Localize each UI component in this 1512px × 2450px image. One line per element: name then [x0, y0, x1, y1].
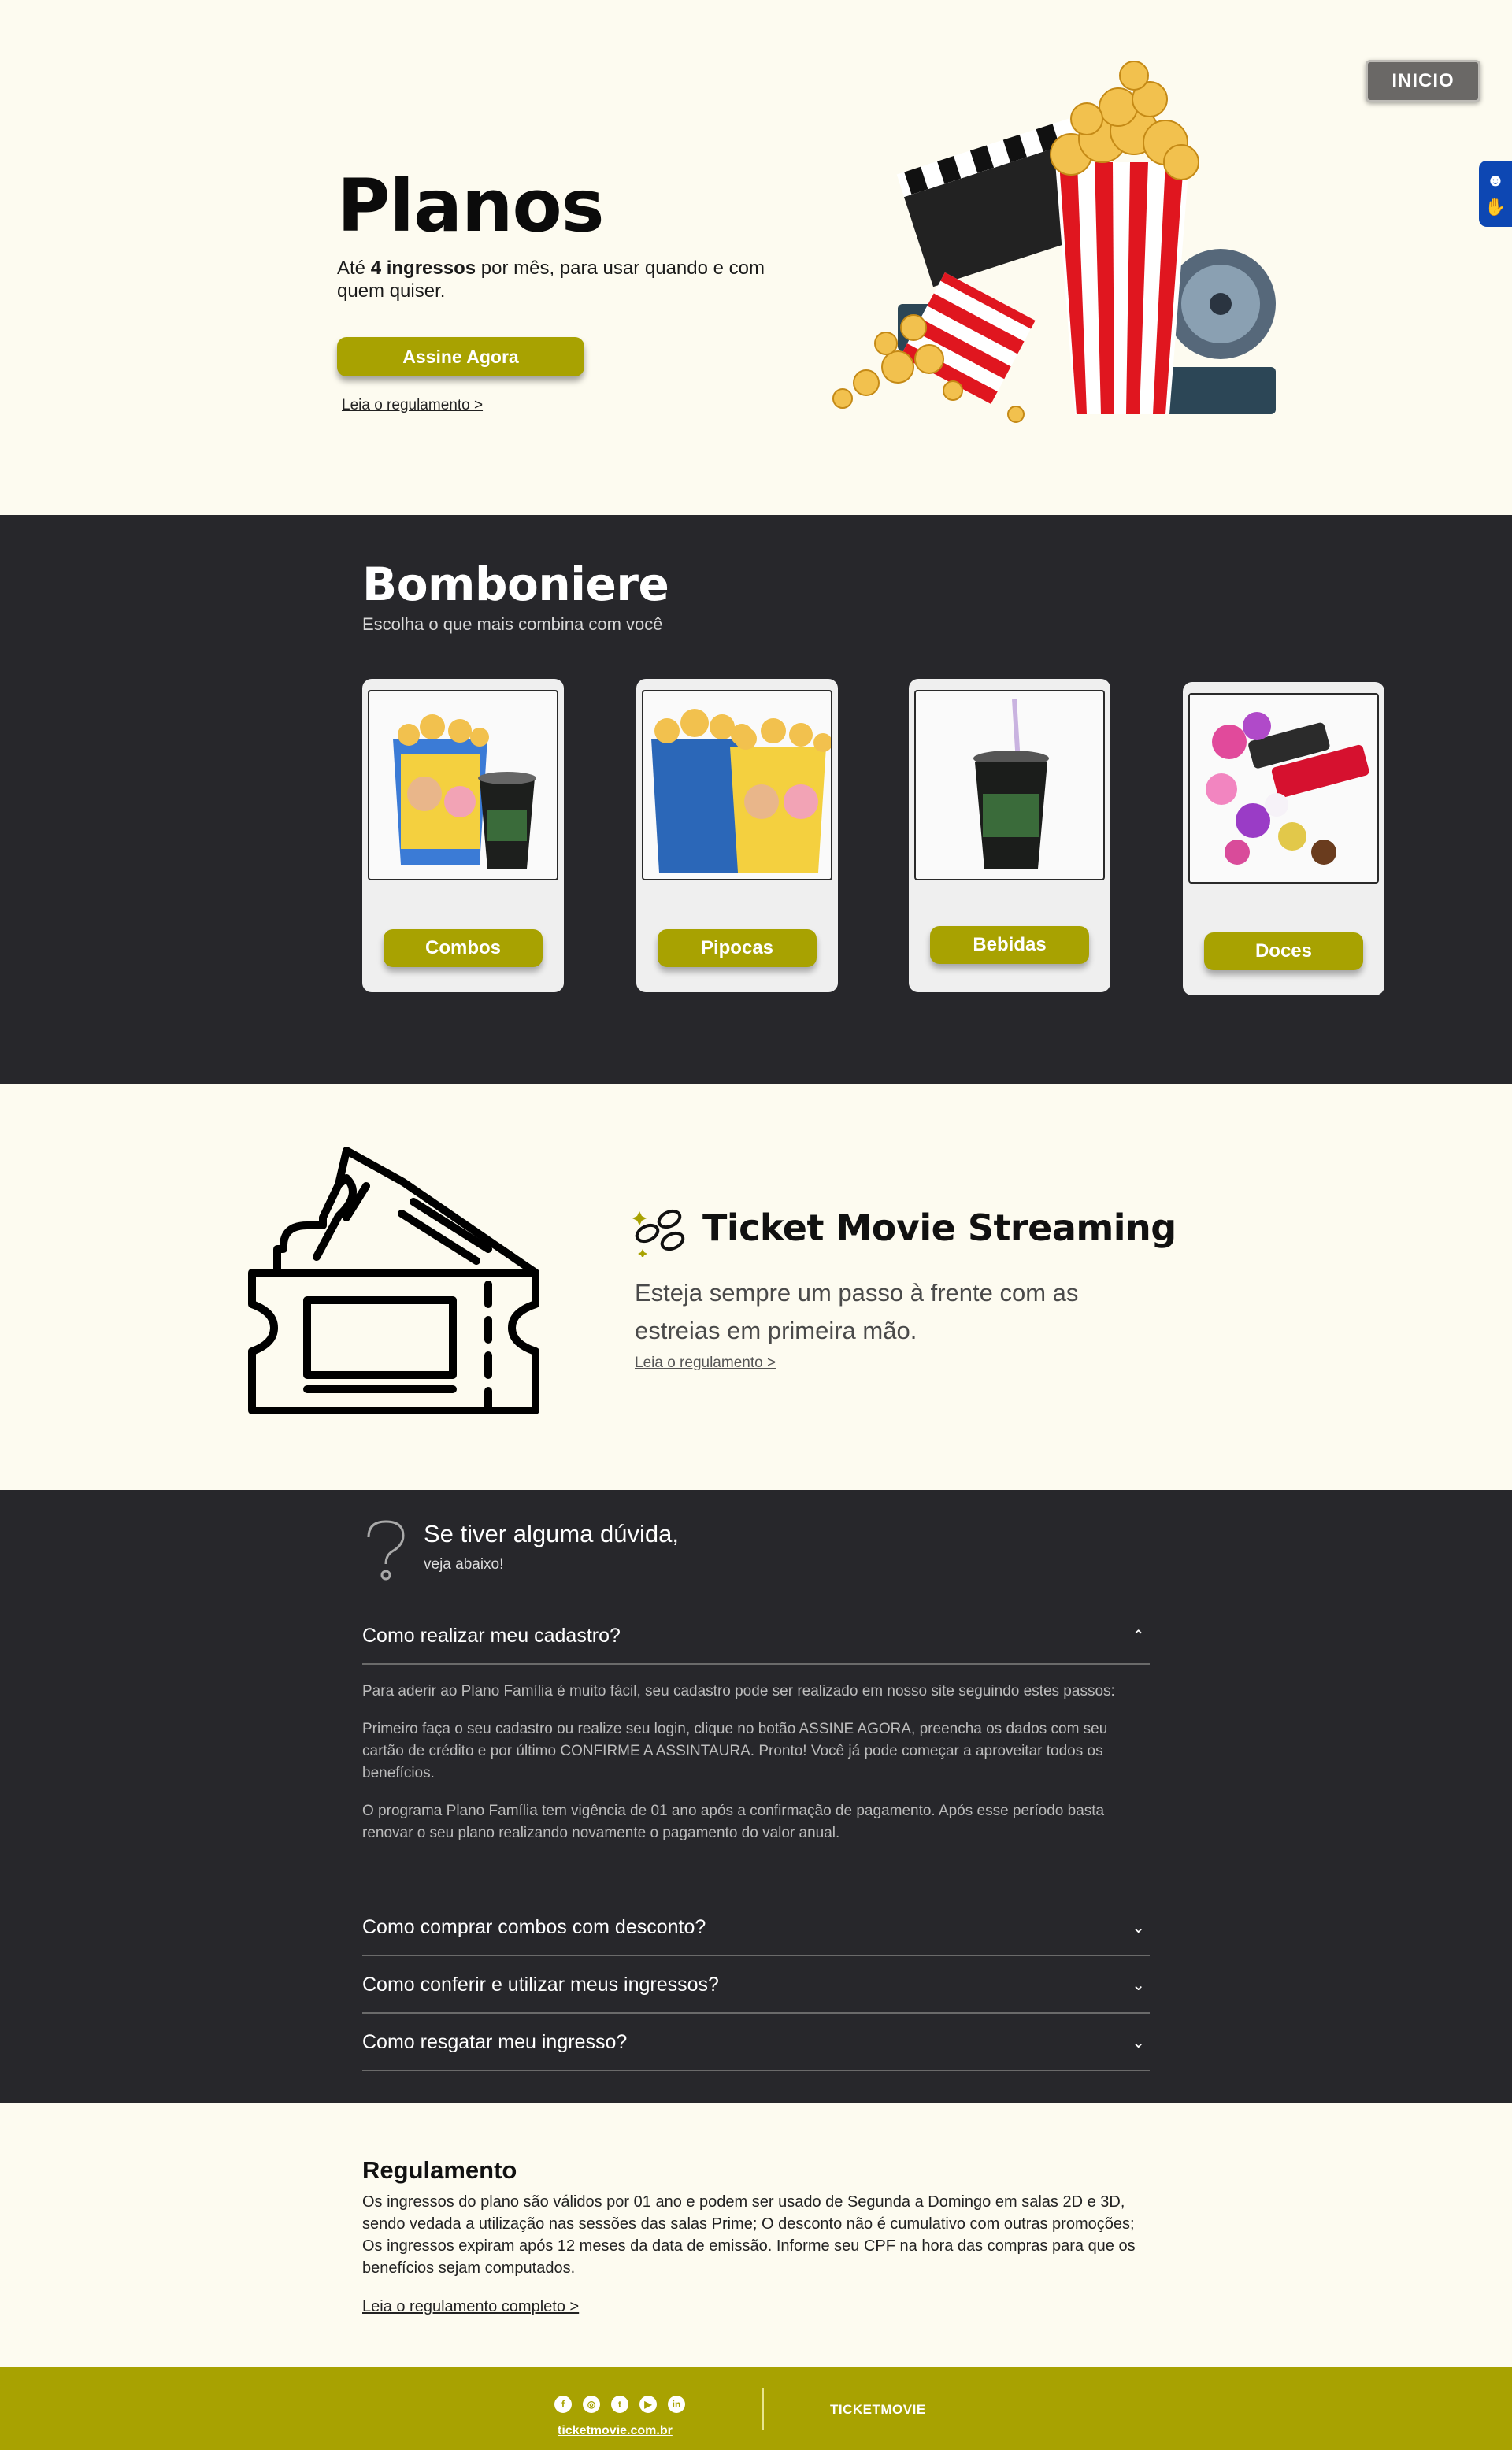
sign-language-icon[interactable]: ☻: [1486, 172, 1504, 189]
combos-image: [368, 690, 558, 880]
question-mark-icon: [367, 1520, 405, 1581]
assine-agora-button[interactable]: Assine Agora: [337, 337, 584, 376]
chevron-down-icon: ⌄: [1132, 1918, 1145, 1937]
product-card-pipocas[interactable]: Pipocas: [636, 679, 838, 992]
faq-answer-paragraph: Primeiro faça o seu cadastro ou realize …: [362, 1721, 1108, 1781]
linkedin-icon[interactable]: in: [668, 2396, 685, 2413]
popcorn-clapperboard-image: [832, 61, 1276, 423]
regulamento-section: Regulamento Os ingressos do plano são vá…: [0, 2103, 1512, 2367]
faq-question: Como conferir e utilizar meus ingressos?: [362, 1973, 719, 1996]
twitter-icon[interactable]: t: [611, 2396, 628, 2413]
pipocas-button[interactable]: Pipocas: [658, 929, 817, 967]
streaming-regulamento-link[interactable]: Leia o regulamento >: [635, 1355, 776, 1372]
accessibility-tab[interactable]: ☻ ✋: [1479, 161, 1512, 227]
faq-question: Como realizar meu cadastro?: [362, 1624, 621, 1647]
faq-answer-paragraph: O programa Plano Família tem vigência de…: [362, 1803, 1105, 1841]
regulamento-link[interactable]: Leia o regulamento >: [342, 397, 483, 414]
hero-section: INICIO ☻ ✋ Planos Até 4 ingressos por mê…: [0, 0, 1512, 515]
ticket-icon: [248, 1147, 539, 1414]
doces-button[interactable]: Doces: [1204, 932, 1363, 970]
faq-item-cadastro[interactable]: Como realizar meu cadastro? ⌃: [362, 1608, 1150, 1665]
instagram-icon[interactable]: ◎: [583, 2396, 600, 2413]
social-links: f ◎ t ▶ in: [554, 2396, 685, 2413]
faq-item-ingressos[interactable]: Como conferir e utilizar meus ingressos?…: [362, 1957, 1150, 2014]
facebook-icon[interactable]: f: [554, 2396, 572, 2413]
page-title: Planos: [337, 164, 605, 248]
hand-icon[interactable]: ✋: [1484, 198, 1506, 216]
streaming-title: Ticket Movie Streaming: [702, 1206, 1177, 1249]
bomboniere-section: Bomboniere Escolha o que mais combina co…: [0, 515, 1512, 1084]
faq-answer: Para aderir ao Plano Família é muito fác…: [362, 1681, 1142, 1860]
combos-button[interactable]: Combos: [384, 929, 543, 967]
bebidas-button[interactable]: Bebidas: [930, 926, 1089, 964]
product-card-combos[interactable]: Combos: [362, 679, 564, 992]
chevron-down-icon: ⌄: [1132, 1976, 1145, 1994]
regulamento-title: Regulamento: [362, 2156, 517, 2184]
footer: f ◎ t ▶ in ticketmovie.com.br TICKETMOVI…: [0, 2367, 1512, 2450]
bomboniere-subtitle: Escolha o que mais combina com você: [362, 614, 663, 634]
regulamento-completo-link[interactable]: Leia o regulamento completo >: [362, 2298, 579, 2316]
doces-image: [1188, 693, 1379, 884]
coins-icon: [632, 1209, 685, 1257]
faq-heading: Se tiver alguma dúvida,: [424, 1520, 679, 1547]
product-card-doces[interactable]: Doces: [1183, 682, 1384, 995]
streaming-description: Esteja sempre um passo à frente com as e…: [635, 1279, 1079, 1344]
chevron-up-icon: ⌃: [1132, 1627, 1145, 1645]
bomboniere-title: Bomboniere: [362, 558, 669, 611]
inicio-button[interactable]: INICIO: [1366, 60, 1480, 102]
footer-brand: TICKETMOVIE: [830, 2402, 926, 2417]
bebidas-image: [914, 690, 1105, 880]
faq-question: Como comprar combos com desconto?: [362, 1915, 706, 1938]
product-card-bebidas[interactable]: Bebidas: [909, 679, 1110, 992]
streaming-section: Ticket Movie Streaming Esteja sempre um …: [0, 1084, 1512, 1490]
footer-divider: [762, 2388, 764, 2430]
hero-subtitle: Até 4 ingressos por mês, para usar quand…: [337, 258, 765, 302]
chevron-down-icon: ⌄: [1132, 2033, 1145, 2052]
footer-url-link[interactable]: ticketmovie.com.br: [558, 2424, 673, 2438]
faq-answer-paragraph: Para aderir ao Plano Família é muito fác…: [362, 1683, 1115, 1699]
faq-item-resgatar[interactable]: Como resgatar meu ingresso? ⌄: [362, 2014, 1150, 2071]
pipocas-image: [642, 690, 832, 880]
youtube-icon[interactable]: ▶: [639, 2396, 657, 2413]
faq-subheading: veja abaixo!: [424, 1556, 504, 1573]
faq-question: Como resgatar meu ingresso?: [362, 2030, 628, 2053]
regulamento-text: Os ingressos do plano são válidos por 01…: [362, 2193, 1136, 2277]
faq-section: Se tiver alguma dúvida, veja abaixo! Com…: [0, 1490, 1512, 2103]
faq-item-combos[interactable]: Como comprar combos com desconto? ⌄: [362, 1900, 1150, 1956]
